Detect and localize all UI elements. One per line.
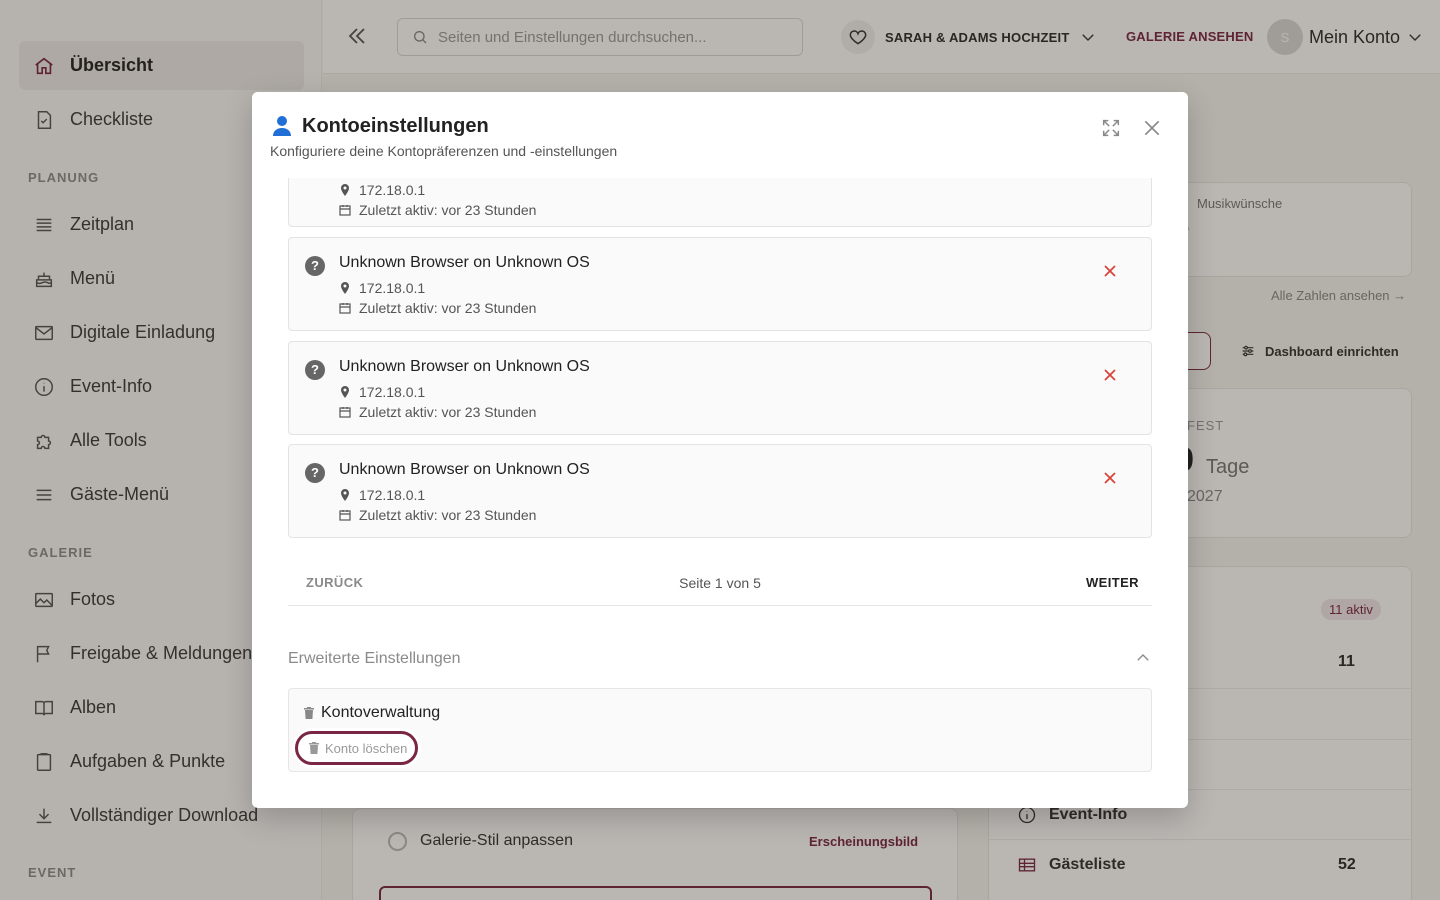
location-pin-icon [341,282,349,294]
calendar-icon [339,303,351,314]
location-pin-icon [341,184,349,196]
account-management-box: Kontoverwaltung Konto löschen [288,688,1152,772]
delete-account-button[interactable]: Konto löschen [295,731,419,765]
account-management-label: Kontoverwaltung [321,704,441,721]
advanced-settings-toggle[interactable]: Erweiterte Einstellungen [288,643,1152,673]
session-last-active: Zuletzt aktiv: vor 23 Stunden [339,507,536,523]
trash-icon [304,707,314,719]
session-title: Unknown Browser on Unknown OS [339,461,590,478]
revoke-session-icon[interactable] [1101,262,1119,280]
advanced-settings-label: Erweiterte Einstellungen [288,650,461,667]
page-indicator: Seite 1 von 5 [679,575,761,591]
pagination: ZURÜCK Seite 1 von 5 WEITER [288,562,1152,606]
session-title: Unknown Browser on Unknown OS [339,254,590,271]
session-last-active-text: Zuletzt aktiv: vor 23 Stunden [359,202,537,218]
next-page-button[interactable]: WEITER [1086,575,1139,590]
location-pin-icon [341,386,349,398]
session-last-active-text: Zuletzt aktiv: vor 23 Stunden [359,404,537,420]
calendar-icon [339,205,351,216]
revoke-session-icon[interactable] [1101,469,1119,487]
delete-account-label: Konto löschen [325,740,408,756]
session-last-active: Zuletzt aktiv: vor 23 Stunden [339,300,536,316]
modal-body: 172.18.0.1 Zuletzt aktiv: vor 23 Stunden… [252,134,1188,808]
session-ip-text: 172.18.0.1 [359,384,426,400]
session-card: ? Unknown Browser on Unknown OS 172.18.0… [288,444,1152,538]
session-ip-text: 172.18.0.1 [359,182,426,198]
revoke-session-icon[interactable] [1101,366,1119,384]
session-ip: 172.18.0.1 [339,182,425,198]
question-icon: ? [305,360,325,380]
session-ip: 172.18.0.1 [339,487,425,503]
session-ip: 172.18.0.1 [339,280,425,296]
question-icon: ? [305,256,325,276]
modal-title: Kontoeinstellungen [302,115,489,137]
account-settings-modal: Kontoeinstellungen Konfiguriere deine Ko… [252,92,1188,808]
session-card: ? Unknown Browser on Unknown OS 172.18.0… [288,341,1152,435]
session-ip-text: 172.18.0.1 [359,280,426,296]
modal-subtitle: Konfiguriere deine Kontopräferenzen und … [270,143,618,159]
session-last-active-text: Zuletzt aktiv: vor 23 Stunden [359,300,537,316]
session-last-active: Zuletzt aktiv: vor 23 Stunden [339,202,536,218]
user-icon [273,116,291,136]
location-pin-icon [341,489,349,501]
question-icon: ? [305,463,325,483]
calendar-icon [339,510,351,521]
expand-icon[interactable] [1100,117,1122,139]
modal-header: Kontoeinstellungen Konfiguriere deine Ko… [252,92,1188,178]
account-management-heading: Kontoverwaltung [303,704,440,722]
calendar-icon [339,407,351,418]
session-last-active-text: Zuletzt aktiv: vor 23 Stunden [359,507,537,523]
chevron-up-icon [1137,654,1149,661]
session-card: ? Unknown Browser on Unknown OS 172.18.0… [288,237,1152,331]
session-last-active: Zuletzt aktiv: vor 23 Stunden [339,404,536,420]
session-ip-text: 172.18.0.1 [359,487,426,503]
close-icon[interactable] [1142,118,1162,138]
session-ip: 172.18.0.1 [339,384,425,400]
trash-icon [309,742,319,754]
session-title: Unknown Browser on Unknown OS [339,358,590,375]
